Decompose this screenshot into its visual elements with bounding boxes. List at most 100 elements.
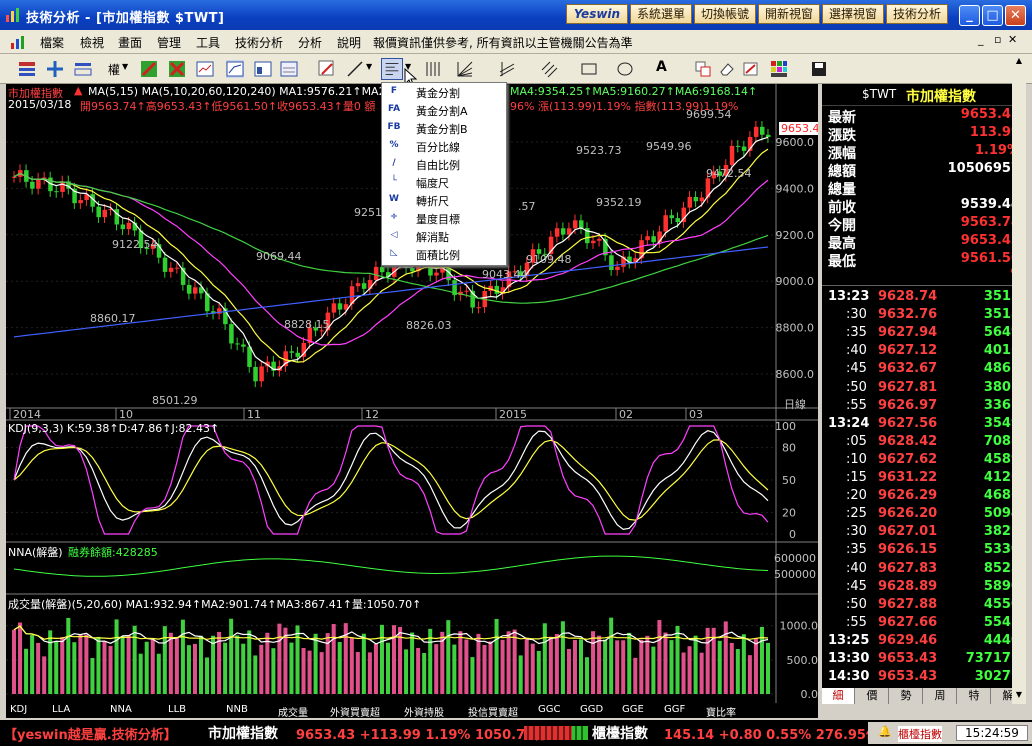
indicator-tab[interactable]: 成交量 xyxy=(278,704,308,719)
indicator-tab[interactable]: GGE xyxy=(622,704,644,717)
indicator-tab[interactable]: KDJ xyxy=(10,704,27,717)
menu-item-free-ratio[interactable]: ∕ 自由比例 xyxy=(382,155,506,173)
menu-item-dissolve-point[interactable]: ◁ 解消點 xyxy=(382,227,506,245)
grid-off-icon[interactable] xyxy=(168,60,186,78)
volume-bar xyxy=(572,639,577,694)
volume-bar xyxy=(675,625,680,694)
volume-bar xyxy=(741,634,746,694)
trend-line-chevron-icon[interactable]: ▼ xyxy=(366,62,372,71)
price-annotation: 9472.54 xyxy=(706,167,752,180)
candle-body xyxy=(120,224,126,230)
indicator-tab[interactable]: 外資買賣超 xyxy=(330,704,380,719)
rectangle-icon[interactable] xyxy=(580,60,598,78)
menu-item-golden-section-b[interactable]: FB 黃金分割B xyxy=(382,119,506,137)
quote-row: 最低 9561.50 xyxy=(822,250,1026,270)
maximize-icon[interactable]: □ xyxy=(982,5,1003,26)
menu-item-range-ruler[interactable]: └ 幅度尺 xyxy=(382,173,506,191)
color-palette-icon[interactable] xyxy=(770,60,788,78)
menu-analysis[interactable]: 分析 xyxy=(298,34,322,51)
copy-drawing-icon[interactable] xyxy=(694,60,712,78)
indicator-tab[interactable]: GGC xyxy=(538,704,560,717)
yeswin-logo-button[interactable]: Yeswin xyxy=(566,4,628,24)
menu-item-golden-section-a[interactable]: FA 黃金分割A xyxy=(382,101,506,119)
grid-toggle-icon[interactable] xyxy=(140,60,158,78)
menu-technical-analysis[interactable]: 技術分析 xyxy=(235,34,283,51)
vertical-scrollbar[interactable]: ▲ ▼ xyxy=(1012,54,1026,704)
menu-item-measure-target[interactable]: ÷ 量度目標 xyxy=(382,209,506,227)
rights-dropdown[interactable]: 權 xyxy=(108,61,120,78)
right-tab[interactable]: 特 xyxy=(958,688,991,704)
trend-line-icon[interactable] xyxy=(346,60,364,78)
candle-body xyxy=(295,352,301,357)
line-chart-icon[interactable] xyxy=(226,60,244,78)
indicator-tab[interactable]: GGF xyxy=(664,704,685,717)
right-tab[interactable]: 細 xyxy=(822,688,855,704)
fibonacci-tool-icon[interactable] xyxy=(381,58,403,80)
menu-tools[interactable]: 工具 xyxy=(196,34,220,51)
tray-info-icon[interactable]: 🔔 xyxy=(878,725,892,738)
fan-lines-icon[interactable] xyxy=(456,60,474,78)
indicator-tab[interactable]: NNB xyxy=(226,704,248,717)
indicator-tab[interactable]: 投信買賣超 xyxy=(468,704,518,719)
ellipse-icon[interactable] xyxy=(616,60,634,78)
channel-lines-icon[interactable] xyxy=(498,60,516,78)
menu-help[interactable]: 說明 xyxy=(337,34,361,51)
indicator-tab[interactable]: LLA xyxy=(52,704,70,717)
eraser-icon[interactable] xyxy=(718,60,736,78)
mdi-close-icon[interactable]: ✕ xyxy=(1008,33,1017,46)
tick-time: :45 xyxy=(846,361,867,377)
mdi-restore-icon[interactable]: ▫ xyxy=(994,33,1001,46)
tick-price: 9626.97 xyxy=(878,397,938,413)
text-tool-icon[interactable]: A xyxy=(656,59,667,75)
system-menu-button[interactable]: 系統選單 xyxy=(630,4,692,24)
select-window-button[interactable]: 選擇視窗 xyxy=(822,4,884,24)
volume-bar xyxy=(452,644,457,694)
volume-bar xyxy=(585,657,590,694)
layout-icon[interactable] xyxy=(18,60,36,78)
volume-bar xyxy=(518,655,523,694)
menu-item-area-ratio[interactable]: ◺ 面積比例 xyxy=(382,245,506,263)
menu-manage[interactable]: 管理 xyxy=(157,34,181,51)
bar-icon[interactable] xyxy=(74,60,92,78)
close-icon[interactable]: ✕ xyxy=(1005,5,1026,26)
draw-pen-icon[interactable] xyxy=(318,60,336,78)
mdi-minimize-icon[interactable]: _ xyxy=(978,33,984,46)
menu-file[interactable]: 檔案 xyxy=(40,34,64,51)
delete-drawing-icon[interactable] xyxy=(742,60,760,78)
switch-account-button[interactable]: 切換帳號 xyxy=(694,4,756,24)
menu-item-percent-lines[interactable]: % 百分比線 xyxy=(382,137,506,155)
save-icon[interactable] xyxy=(810,60,828,78)
tick-row: :50 9627.88 4550 xyxy=(822,596,1026,614)
compare-chart-icon[interactable] xyxy=(280,60,298,78)
tick-time: 13:23 xyxy=(828,289,870,304)
menu-view[interactable]: 檢視 xyxy=(80,34,104,51)
volume-bar xyxy=(186,645,191,694)
tray-otc-label[interactable]: 櫃檯指數 xyxy=(898,726,942,742)
volume-bar xyxy=(180,619,185,694)
technical-analysis-button[interactable]: 技術分析 xyxy=(886,4,948,24)
scroll-down-icon[interactable]: ▼ xyxy=(1013,690,1025,702)
right-tab[interactable]: 周 xyxy=(924,688,957,704)
menu-screen[interactable]: 畫面 xyxy=(118,34,142,51)
volume-bar xyxy=(349,637,354,694)
chevron-down-icon[interactable]: ▼ xyxy=(122,62,128,71)
move-icon[interactable] xyxy=(46,60,64,78)
tick-time: :50 xyxy=(846,596,867,612)
split-chart-icon[interactable] xyxy=(254,60,272,78)
scroll-up-icon[interactable]: ▲ xyxy=(1013,56,1025,68)
indicator-tab[interactable]: 寶比率 xyxy=(706,704,736,719)
right-tab[interactable]: 價 xyxy=(856,688,889,704)
menu-item-turning-ruler[interactable]: W 轉折尺 xyxy=(382,191,506,209)
vertical-lines-icon[interactable] xyxy=(424,60,442,78)
indicator-tab[interactable]: 外資持股 xyxy=(404,704,444,719)
window-chart-icon[interactable] xyxy=(196,60,214,78)
indicator-tab[interactable]: LLB xyxy=(168,704,186,717)
indicator-tab[interactable]: NNA xyxy=(110,704,132,717)
menu-item-golden-section[interactable]: F 黃金分割 xyxy=(382,83,506,101)
parallel-lines-icon[interactable] xyxy=(540,60,558,78)
new-window-button[interactable]: 開新視窗 xyxy=(758,4,820,24)
minimize-icon[interactable]: _ xyxy=(959,5,980,26)
timeframe-label[interactable]: 日線 xyxy=(784,396,806,412)
indicator-tab[interactable]: GGD xyxy=(580,704,603,717)
right-tab[interactable]: 勢 xyxy=(890,688,923,704)
